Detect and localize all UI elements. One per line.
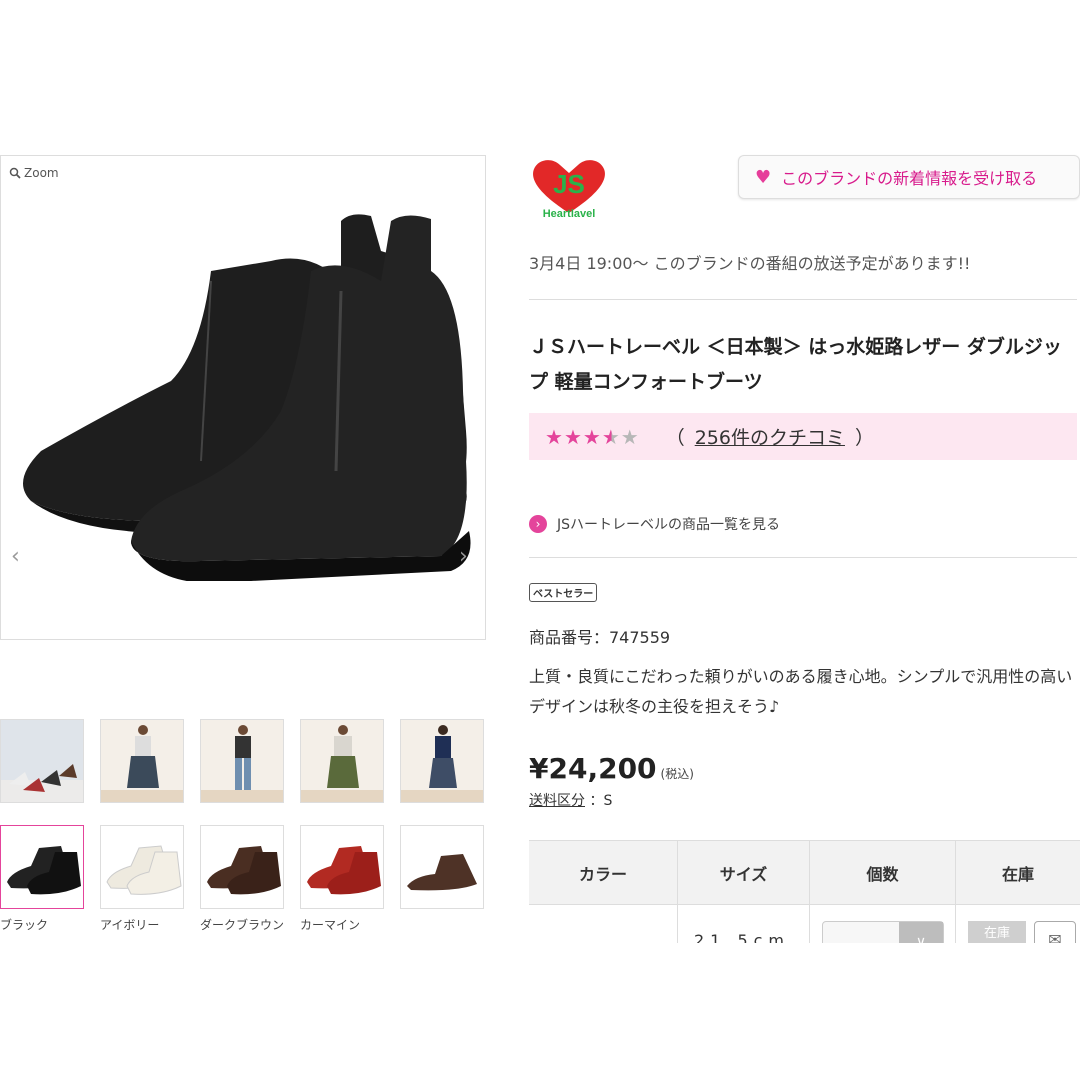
follow-label: このブランドの新着情報を受け取る: [781, 169, 1038, 188]
swatch-black[interactable]: [0, 825, 84, 909]
ivory-boots-image: [101, 826, 183, 908]
swatch-ivory[interactable]: [100, 825, 184, 909]
color-swatches: [0, 825, 486, 909]
star-full-icon: ★: [582, 424, 602, 449]
star-rating: ★★★★★: [545, 425, 640, 449]
swatch-label: [400, 918, 484, 942]
model-image: [301, 720, 383, 802]
tax-note: (税込): [660, 767, 694, 781]
star-half-icon: ★: [601, 424, 621, 449]
thumbnail[interactable]: [400, 719, 484, 803]
swatch-dark-brown[interactable]: [200, 825, 284, 909]
prev-image-arrow-icon[interactable]: ‹: [11, 546, 20, 568]
header-color: カラー: [529, 841, 678, 904]
header-quantity: 個数: [810, 841, 956, 904]
logo-text: JS: [553, 169, 585, 199]
size-value: 21.5cm: [694, 931, 791, 943]
chevron-right-icon: ›: [529, 515, 547, 533]
next-image-arrow-icon[interactable]: ›: [459, 546, 468, 568]
thumbnail[interactable]: [0, 719, 84, 803]
carmine-boots-image: [301, 826, 383, 908]
bestseller-badge: ベストセラー: [529, 583, 598, 602]
zoom-control[interactable]: Zoom: [9, 166, 59, 180]
shipping-value: ：S: [589, 793, 613, 809]
thumbnail[interactable]: [100, 719, 184, 803]
model-image: [201, 720, 283, 802]
broadcast-notice: 3月4日 19:00〜 このブランドの番組の放送予定があります!!: [529, 254, 971, 273]
swatch-carmine[interactable]: [300, 825, 384, 909]
divider: [529, 299, 1077, 300]
table-row: 21.5cm ∨ 在庫 ✉: [529, 905, 1080, 943]
boots-lineup-image: [1, 720, 83, 802]
cell-size: 21.5cm: [678, 905, 810, 943]
cell-stock: 在庫 ✉: [956, 905, 1080, 943]
review-paren-open: （: [665, 427, 685, 449]
look-thumbnails: [0, 719, 486, 803]
star-full-icon: ★: [563, 424, 583, 449]
chevron-down-icon[interactable]: ∨: [899, 922, 943, 943]
swatch-label: ブラック: [0, 918, 49, 932]
swatch-label: アイボリー: [100, 918, 160, 932]
black-boots-image: [1, 826, 83, 908]
magnifier-icon: [9, 167, 21, 179]
black-boots-image: [23, 214, 471, 581]
cell-color: [529, 905, 678, 943]
quantity-select[interactable]: ∨: [822, 921, 944, 943]
review-link[interactable]: 256件のクチコミ: [695, 423, 845, 450]
brand-items-label: JSハートレーベルの商品一覧を見る: [557, 517, 781, 533]
main-product-image[interactable]: Zoom ‹ ›: [0, 155, 486, 640]
brown-boot-image: [401, 826, 483, 908]
model-image: [101, 720, 183, 802]
divider: [529, 557, 1077, 558]
cell-quantity: ∨: [810, 905, 956, 943]
heart-icon: ♥: [755, 166, 772, 188]
header-stock: 在庫: [1001, 864, 1034, 884]
swatch-brown[interactable]: [400, 825, 484, 909]
shipping-link[interactable]: 送料区分: [529, 793, 585, 809]
mail-icon[interactable]: ✉: [1034, 921, 1076, 943]
brand-items-link[interactable]: › JSハートレーベルの商品一覧を見る: [529, 514, 780, 534]
model-image: [401, 720, 483, 802]
thumbnail[interactable]: [300, 719, 384, 803]
header-size: サイズ: [678, 841, 810, 904]
rating-bar: ★★★★★ （ 256件のクチコミ ）: [529, 413, 1077, 460]
zoom-label: Zoom: [24, 166, 59, 180]
product-description: 上質・良質にこだわった頼りがいのある履き心地。シンプルで汎用性の高いデザインは秋…: [529, 667, 1073, 716]
review-paren-close: ）: [854, 427, 874, 449]
star-empty-icon: ★: [620, 424, 640, 449]
dark-brown-boots-image: [201, 826, 283, 908]
follow-brand-button[interactable]: ♥ このブランドの新着情報を受け取る: [738, 155, 1080, 199]
product-title: ＪＳハートレーベル ＜日本製＞ はっ水姫路レザー ダブルジップ 軽量コンフォート…: [529, 336, 1062, 393]
swatch-label: カーマイン: [300, 918, 361, 932]
brand-logo[interactable]: JS Heartlavel: [528, 155, 610, 221]
shipping-row: 送料区分 ：S: [529, 790, 612, 810]
price: ¥24,200: [529, 752, 657, 785]
price-row: ¥24,200 (税込): [529, 752, 694, 785]
star-full-icon: ★: [545, 424, 564, 449]
stock-status-badge: 在庫: [968, 921, 1026, 943]
swatch-label: ダークブラウン: [200, 918, 284, 932]
logo-subtext: Heartlavel: [543, 208, 596, 220]
stock-table: カラー サイズ 個数 在庫 21.5cm ∨ 在庫 ✉: [529, 840, 1080, 943]
swatch-labels: ブラック アイボリー ダークブラウン カーマイン: [0, 918, 486, 942]
thumbnail[interactable]: [200, 719, 284, 803]
table-header: カラー サイズ 個数 在庫: [529, 841, 1080, 905]
item-number: 商品番号：747559: [529, 628, 671, 647]
